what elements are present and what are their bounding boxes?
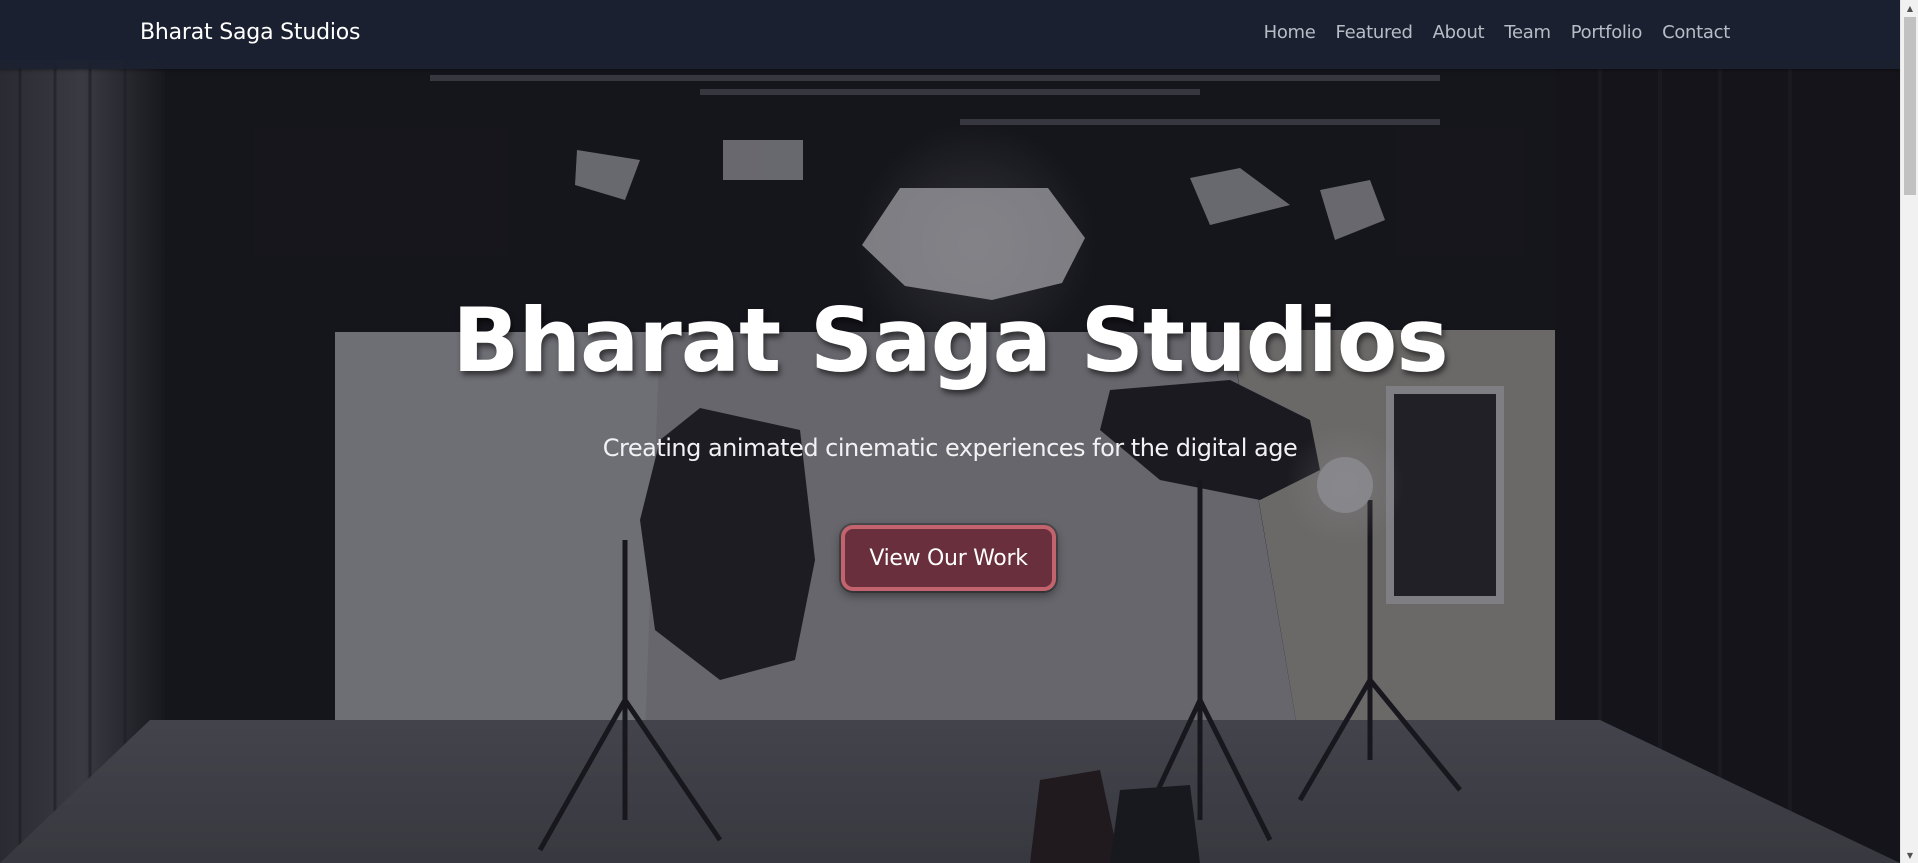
- scroll-thumb[interactable]: [1904, 17, 1916, 195]
- nav-menu: Home Featured About Team Portfolio Conta…: [1254, 22, 1740, 43]
- nav-item-team: Team: [1494, 22, 1560, 43]
- view-our-work-button[interactable]: View Our Work: [841, 525, 1056, 591]
- nav-link-home[interactable]: Home: [1254, 22, 1326, 43]
- nav-item-about: About: [1423, 22, 1495, 43]
- nav-link-about[interactable]: About: [1423, 22, 1495, 43]
- hero-content: Bharat Saga Studios Creating animated ci…: [0, 0, 1900, 863]
- navbar: Bharat Saga Studios Home Featured About …: [0, 0, 1900, 69]
- nav-item-home: Home: [1254, 22, 1326, 43]
- nav-link-team[interactable]: Team: [1494, 22, 1560, 43]
- vertical-scrollbar[interactable]: ▲ ▼: [1900, 0, 1918, 863]
- scroll-up-arrow-icon[interactable]: ▲: [1901, 0, 1918, 16]
- hero-title: Bharat Saga Studios: [452, 289, 1448, 392]
- brand-logo-link[interactable]: Bharat Saga Studios: [140, 20, 360, 45]
- nav-item-featured: Featured: [1326, 22, 1423, 43]
- nav-item-contact: Contact: [1652, 22, 1740, 43]
- nav-link-portfolio[interactable]: Portfolio: [1561, 22, 1652, 43]
- nav-link-contact[interactable]: Contact: [1652, 22, 1740, 43]
- nav-item-portfolio: Portfolio: [1561, 22, 1652, 43]
- nav-link-featured[interactable]: Featured: [1326, 22, 1423, 43]
- hero-subtitle: Creating animated cinematic experiences …: [602, 434, 1298, 462]
- scroll-down-arrow-icon[interactable]: ▼: [1901, 847, 1918, 863]
